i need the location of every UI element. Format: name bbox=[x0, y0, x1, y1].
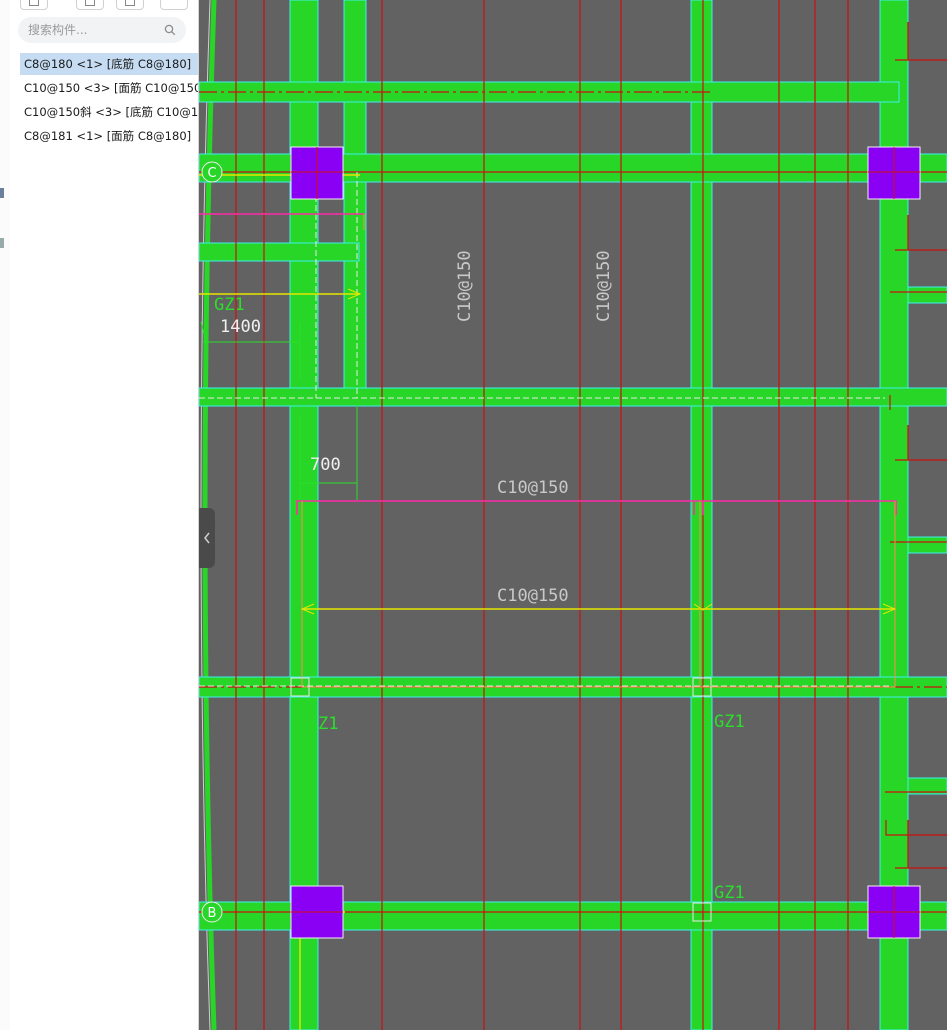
search-icon[interactable] bbox=[164, 24, 176, 36]
component-item[interactable]: C10@150 <3> [面筋 C10@150] bbox=[20, 77, 198, 99]
label-gz1-a: GZ1 bbox=[214, 295, 245, 315]
toolbar-button[interactable] bbox=[160, 0, 188, 10]
axis-bubble-b: B bbox=[201, 901, 223, 923]
chevron-left-icon bbox=[204, 532, 210, 544]
toolbar-icon bbox=[85, 0, 95, 6]
component-item[interactable]: C8@180 <1> [底筋 C8@180] bbox=[20, 53, 198, 75]
label-rebar-vertical-2: C10@150 bbox=[594, 250, 614, 322]
toolbar-icon bbox=[125, 0, 135, 6]
label-rebar-vertical-1: C10@150 bbox=[455, 250, 475, 322]
toolbar-button[interactable] bbox=[76, 0, 104, 10]
component-item[interactable]: C8@181 <1> [面筋 C8@180] bbox=[20, 125, 198, 147]
toolbar-button[interactable] bbox=[20, 0, 48, 10]
label-gz1-c: GZ1 bbox=[714, 883, 745, 903]
component-panel: C8@180 <1> [底筋 C8@180] C10@150 <3> [面筋 C… bbox=[10, 0, 199, 1030]
svg-text:C: C bbox=[207, 166, 216, 181]
strip-marker bbox=[0, 188, 4, 198]
svg-text:B: B bbox=[208, 906, 217, 921]
label-dim-1400: 1400 bbox=[220, 317, 261, 337]
axis-bubble-c: C bbox=[201, 161, 223, 183]
label-gz1-b: GZ1 bbox=[714, 712, 745, 732]
label-rebar-horizontal-1: C10@150 bbox=[497, 478, 569, 498]
component-item[interactable]: C10@150斜 <3> [底筋 C10@150] bbox=[20, 101, 198, 123]
label-rebar-horizontal-2: C10@150 bbox=[497, 586, 569, 606]
toolbar-button[interactable] bbox=[116, 0, 144, 10]
label-dim-700: 700 bbox=[310, 455, 341, 475]
drawing-canvas[interactable]: C B GZ1 1400 700 C10@150 C10@150 C10@150… bbox=[199, 0, 947, 1030]
label-gz1-partial: Z1 bbox=[318, 714, 338, 734]
search-input[interactable] bbox=[28, 20, 158, 40]
search-box bbox=[18, 17, 186, 43]
toolbar-icon bbox=[29, 0, 39, 6]
strip-marker bbox=[0, 238, 4, 248]
collapse-panel-button[interactable] bbox=[199, 508, 215, 568]
